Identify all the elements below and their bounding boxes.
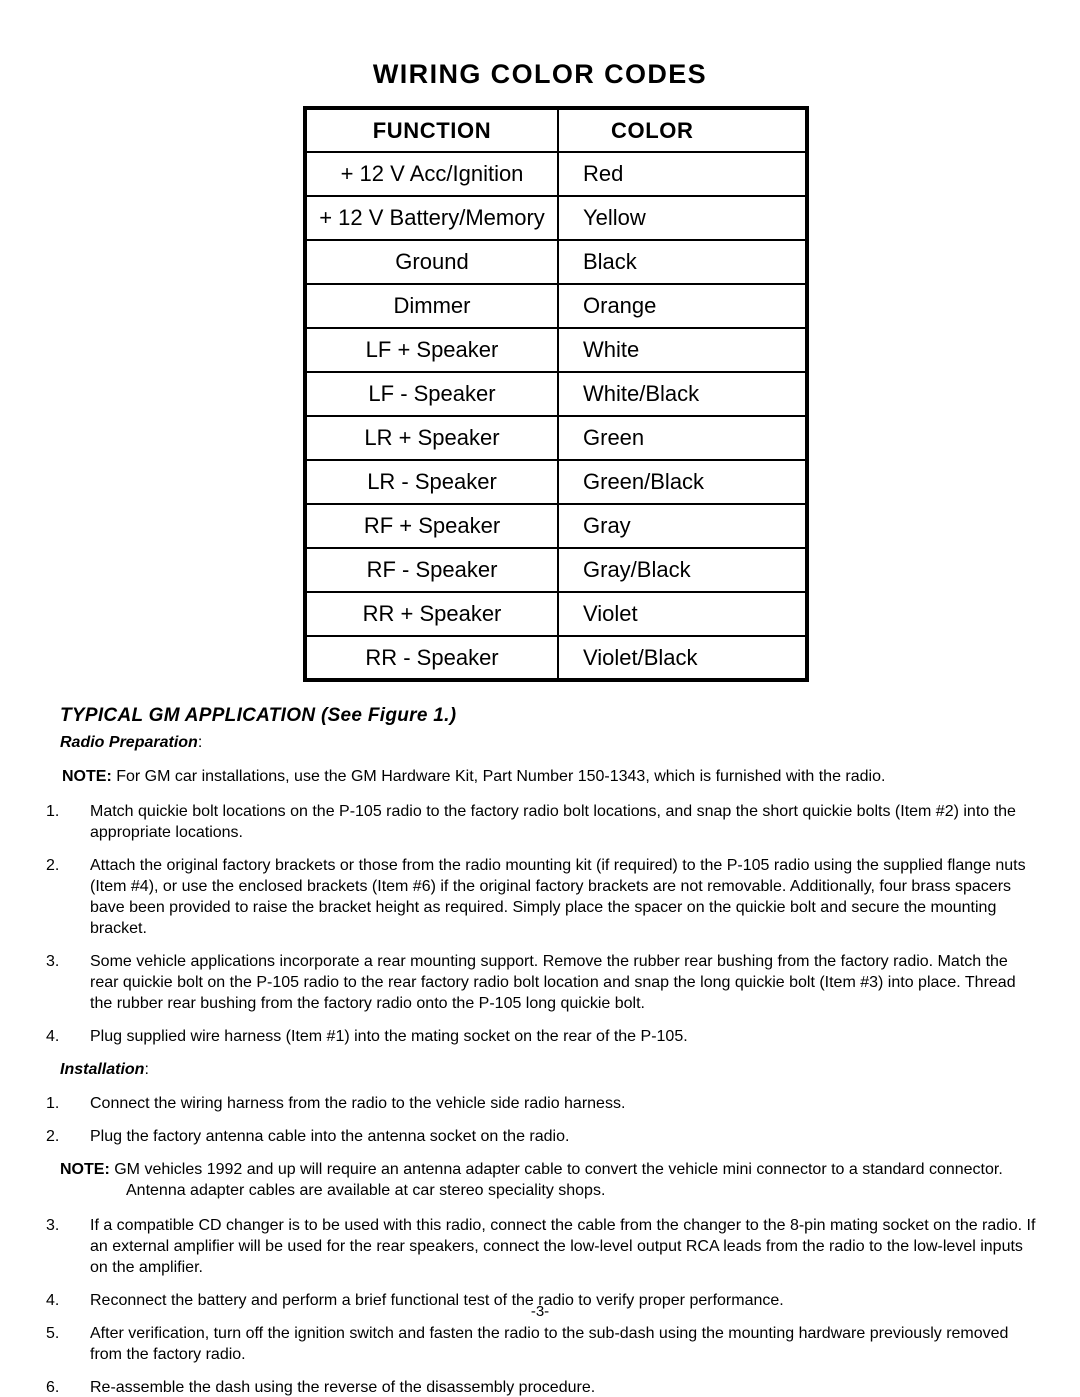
cell-color: Gray/Black xyxy=(557,547,808,593)
installation-steps-before-note: 1. Connect the wiring harness from the ra… xyxy=(46,1093,1040,1147)
table-row: RR + Speaker Violet xyxy=(304,591,808,637)
subheading-radio-preparation-colon: : xyxy=(197,734,203,751)
instructions-body: TYPICAL GM APPLICATION (See Figure 1.) R… xyxy=(46,704,1040,1397)
table-row: RF + Speaker Gray xyxy=(304,503,808,549)
cell-function: RF - Speaker xyxy=(304,547,559,593)
table-row: RR - Speaker Violet/Black xyxy=(304,635,808,681)
cell-function: RR - Speaker xyxy=(304,635,559,681)
subheading-installation: Installation: xyxy=(60,1059,1040,1081)
table-row: RF - Speaker Gray/Black xyxy=(304,547,808,593)
list-item-number: 2. xyxy=(46,857,60,874)
cell-function: + 12 V Acc/Ignition xyxy=(304,151,559,197)
table-row: LR - Speaker Green/Black xyxy=(304,459,808,505)
cell-color: Violet xyxy=(557,591,808,637)
section-heading-typical-gm-application: TYPICAL GM APPLICATION (See Figure 1.) xyxy=(60,705,457,726)
cell-color: Green/Black xyxy=(557,459,808,505)
list-item-number: 4. xyxy=(46,1028,60,1045)
cell-function: RR + Speaker xyxy=(304,591,559,637)
cell-color: Red xyxy=(557,151,808,197)
cell-color: Green xyxy=(557,415,808,461)
list-item-text: Some vehicle applications incorporate a … xyxy=(90,953,1016,1012)
list-item-text: Plug the factory antenna cable into the … xyxy=(90,1128,570,1145)
note-text: For GM car installations, use the GM Har… xyxy=(111,768,886,785)
radio-preparation-steps: 1. Match quickie bolt locations on the P-… xyxy=(46,801,1040,1047)
list-item-text: Re-assemble the dash using the reverse o… xyxy=(90,1379,596,1396)
table-row: + 12 V Acc/Ignition Red xyxy=(304,151,808,197)
list-item: 4. Plug supplied wire harness (Item #1) i… xyxy=(46,1026,1040,1047)
list-item-number: 5. xyxy=(46,1325,60,1342)
cell-function: LF + Speaker xyxy=(304,327,559,373)
list-item: 2. Attach the original factory brackets o… xyxy=(46,855,1040,939)
cell-color: Yellow xyxy=(557,195,808,241)
subheading-radio-preparation-label: Radio Preparation xyxy=(60,734,198,751)
cell-function: RF + Speaker xyxy=(304,503,559,549)
cell-color: White/Black xyxy=(557,371,808,417)
cell-color: Black xyxy=(557,239,808,285)
table-header-row: FUNCTION COLOR xyxy=(304,107,808,153)
cell-color: Orange xyxy=(557,283,808,329)
cell-color: Gray xyxy=(557,503,808,549)
table-row: LF - Speaker White/Black xyxy=(304,371,808,417)
note-antenna-adapter: NOTE: GM vehicles 1992 and up will requi… xyxy=(60,1159,1040,1201)
column-header-color: COLOR xyxy=(557,107,808,153)
list-item: 2. Plug the factory antenna cable into th… xyxy=(46,1126,1040,1147)
list-item: 6. Re-assemble the dash using the reverse… xyxy=(46,1377,1040,1397)
note-text: GM vehicles 1992 and up will require an … xyxy=(109,1161,1003,1199)
list-item-number: 3. xyxy=(46,953,60,970)
note-gm-hardware-kit: NOTE: For GM car installations, use the … xyxy=(60,766,1040,787)
table-row: LR + Speaker Green xyxy=(304,415,808,461)
note-label: NOTE: xyxy=(60,1161,110,1178)
subheading-installation-colon: : xyxy=(144,1061,149,1078)
cell-function: + 12 V Battery/Memory xyxy=(304,195,559,241)
list-item-text: If a compatible CD changer is to be used… xyxy=(90,1217,1036,1276)
cell-color: Violet/Black xyxy=(557,635,808,681)
cell-function: LR + Speaker xyxy=(304,415,559,461)
wiring-color-codes-table: FUNCTION COLOR + 12 V Acc/Ignition Red + 1… xyxy=(303,106,809,682)
list-item-number: 6. xyxy=(46,1379,60,1396)
list-item-number: 1. xyxy=(46,803,60,820)
list-item-text: After verification, turn off the ignitio… xyxy=(90,1325,1009,1363)
list-item: 3. Some vehicle applications incorporate … xyxy=(46,951,1040,1014)
page-number: -3- xyxy=(530,1303,550,1320)
list-item-number: 3. xyxy=(46,1217,60,1234)
table-body: + 12 V Acc/Ignition Red + 12 V Battery/Mem… xyxy=(304,151,808,681)
table-row: LF + Speaker White xyxy=(304,327,808,373)
cell-function: Dimmer xyxy=(304,283,559,329)
document-page: WIRING COLOR CODES FUNCTION COLOR + 12 V… xyxy=(0,0,1080,1397)
subheading-radio-preparation: Radio Preparation: xyxy=(60,732,1040,754)
note-label: NOTE: xyxy=(62,768,112,785)
list-item: 5. After verification, turn off the ignit… xyxy=(46,1323,1040,1365)
page-title: WIRING COLOR CODES xyxy=(372,59,708,89)
subheading-installation-label: Installation xyxy=(60,1061,145,1078)
list-item-number: 2. xyxy=(46,1128,60,1145)
list-item-text: Match quickie bolt locations on the P-10… xyxy=(90,803,1016,841)
column-header-function: FUNCTION xyxy=(304,107,559,153)
cell-color: White xyxy=(557,327,808,373)
list-item-number: 1. xyxy=(46,1095,60,1112)
cell-function: Ground xyxy=(304,239,559,285)
list-item: 1. Connect the wiring harness from the ra… xyxy=(46,1093,1040,1114)
table-row: Ground Black xyxy=(304,239,808,285)
list-item-text: Attach the original factory brackets or … xyxy=(90,857,1026,937)
table-row: Dimmer Orange xyxy=(304,283,808,329)
cell-function: LR - Speaker xyxy=(304,459,559,505)
list-item-text: Plug supplied wire harness (Item #1) int… xyxy=(90,1028,688,1045)
list-item-text: Connect the wiring harness from the radi… xyxy=(90,1095,626,1112)
cell-function: LF - Speaker xyxy=(304,371,559,417)
list-item: 3. If a compatible CD changer is to be us… xyxy=(46,1215,1040,1278)
list-item: 1. Match quickie bolt locations on the P-… xyxy=(46,801,1040,843)
table-row: + 12 V Battery/Memory Yellow xyxy=(304,195,808,241)
